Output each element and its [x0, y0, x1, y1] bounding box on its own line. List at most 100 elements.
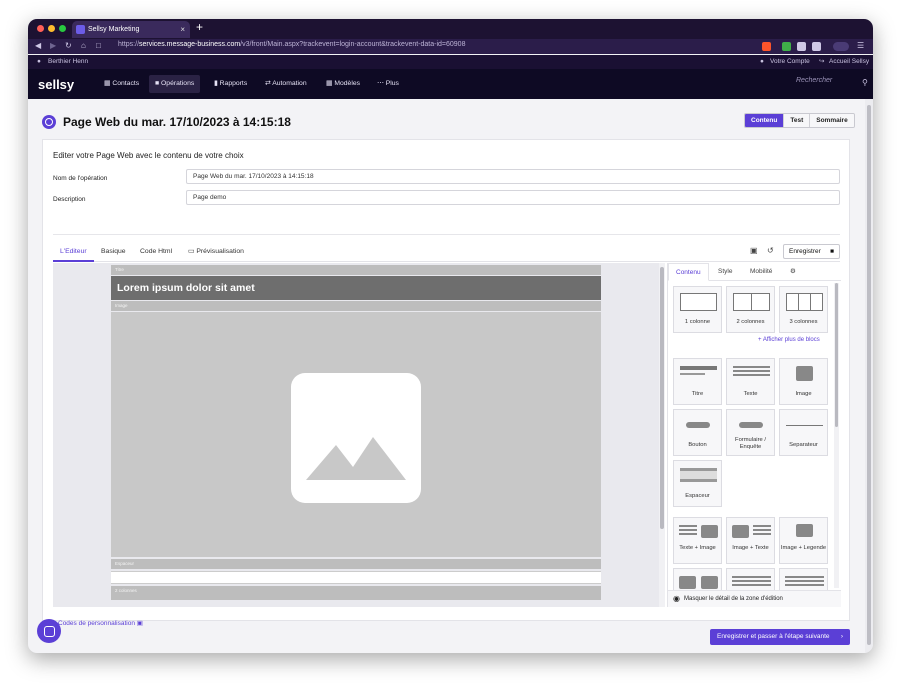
- history-icon[interactable]: ↺: [767, 246, 774, 255]
- show-more-blocks-link[interactable]: + Afficher plus de blocs: [758, 337, 820, 343]
- minimize-window-icon[interactable]: [48, 25, 55, 32]
- tab-mobilite[interactable]: Mobilité: [743, 263, 779, 281]
- layout-1-colonne[interactable]: 1 colonne: [673, 286, 722, 333]
- element-image[interactable]: Image: [779, 358, 828, 405]
- tile-label: Texte + Image: [679, 545, 716, 551]
- new-tab-icon[interactable]: +: [196, 20, 203, 34]
- forward-icon[interactable]: ▶: [50, 41, 56, 50]
- tab-basique[interactable]: Basique: [94, 242, 133, 262]
- tile-label: Texte: [743, 391, 758, 397]
- bookmark-icon[interactable]: □: [96, 41, 101, 50]
- nav-modeles[interactable]: ▦ Modèles: [320, 75, 366, 93]
- maximize-window-icon[interactable]: [59, 25, 66, 32]
- element-image-image[interactable]: [673, 568, 722, 590]
- element-formulaire[interactable]: Formulaire / Enquête: [726, 409, 775, 456]
- double-image-icon: [679, 576, 696, 589]
- element-espaceur[interactable]: Espaceur: [673, 460, 722, 507]
- tab-style[interactable]: Style: [711, 263, 739, 281]
- extension-icon[interactable]: [797, 42, 806, 51]
- element-separateur[interactable]: Separateur: [779, 409, 828, 456]
- url-field[interactable]: https://services.message-business.com/v3…: [118, 41, 465, 48]
- save-next-button[interactable]: Enregistrer et passer à l'étape suivante…: [710, 629, 850, 645]
- address-bar: ◀ ▶ ↻ ⌂ □ https://services.message-busin…: [28, 39, 873, 54]
- hide-detail-toggle[interactable]: ◉ Masquer le détail de la zone d'édition: [668, 590, 841, 607]
- search-icon[interactable]: ⚲: [862, 78, 868, 87]
- layout-3-colonnes[interactable]: 3 colonnes: [779, 286, 828, 333]
- extension-icon[interactable]: [782, 42, 791, 51]
- sellsy-logo[interactable]: sellsy: [38, 77, 74, 92]
- tab-code-html[interactable]: Code Html: [133, 242, 179, 262]
- scrollbar-thumb[interactable]: [835, 283, 838, 427]
- nav-automation[interactable]: ⇄ Automation: [259, 75, 313, 93]
- scrollbar-thumb[interactable]: [660, 267, 664, 529]
- nav-contacts[interactable]: ▦ Contacts: [98, 75, 145, 93]
- test-button[interactable]: Test: [783, 114, 810, 127]
- save-label: Enregistrer: [789, 248, 821, 255]
- element-texte-image[interactable]: Texte + Image: [673, 517, 722, 564]
- page-scrollbar[interactable]: [865, 99, 873, 653]
- hide-detail-label: Masquer le détail de la zone d'édition: [684, 596, 783, 602]
- description-label: Description: [53, 196, 86, 203]
- element-bouton[interactable]: Bouton: [673, 409, 722, 456]
- logout-icon: ↪: [819, 58, 825, 65]
- user-bar: ● Berthier Henn ● Votre Compte ↪ Accueil…: [28, 55, 873, 69]
- sidebar-toggle-icon[interactable]: [812, 42, 821, 51]
- sommaire-button[interactable]: Sommaire: [809, 114, 854, 127]
- search-input[interactable]: Rechercher: [796, 77, 866, 84]
- next-label: Enregistrer et passer à l'étape suivante: [717, 633, 830, 640]
- reload-icon[interactable]: ↻: [65, 41, 72, 50]
- browser-tabbar: Sellsy Marketing × +: [28, 19, 873, 39]
- canvas-scrollbar[interactable]: [659, 263, 665, 607]
- nav-plus[interactable]: ⋯ Plus: [371, 75, 405, 93]
- description-field[interactable]: Page demo: [186, 190, 840, 205]
- scrollbar-thumb[interactable]: [867, 105, 871, 645]
- editor-card: Editer votre Page Web avec le contenu de…: [42, 139, 850, 621]
- account-icon: ●: [760, 58, 764, 65]
- image-block[interactable]: [111, 312, 601, 557]
- home-icon[interactable]: ⌂: [81, 41, 86, 50]
- element-texte-triple[interactable]: [779, 568, 828, 590]
- editor-tabs: L'Editeur Basique Code Html ▭ Prévisuali…: [53, 242, 840, 262]
- tab-close-icon[interactable]: ×: [180, 21, 185, 38]
- element-image-legende[interactable]: Image + Legende: [779, 517, 828, 564]
- element-texte[interactable]: Texte: [726, 358, 775, 405]
- text-icon: [733, 366, 770, 378]
- user-name[interactable]: Berthier Henn: [48, 55, 88, 69]
- personalization-codes-link[interactable]: Codes de personnalisation ▣: [58, 619, 143, 627]
- nav-rapports[interactable]: ▮ Rapports: [208, 75, 253, 93]
- account-link[interactable]: Votre Compte: [770, 55, 810, 69]
- nav-operations[interactable]: ■ Opérations: [149, 75, 201, 93]
- floppy-icon: ■: [830, 248, 834, 255]
- brave-shield-icon[interactable]: [762, 42, 771, 51]
- tab-contenu[interactable]: Contenu: [668, 263, 709, 281]
- chat-bubble-icon[interactable]: [37, 619, 61, 643]
- element-image-texte[interactable]: Image + Texte: [726, 517, 775, 564]
- tile-label: Image: [795, 391, 812, 397]
- browser-window: Sellsy Marketing × + ◀ ▶ ↻ ⌂ □ https://s…: [28, 19, 873, 653]
- layout-2-colonnes[interactable]: 2 colonnes: [726, 286, 775, 333]
- menu-icon[interactable]: ☰: [857, 41, 864, 50]
- hero-title-block[interactable]: Lorem ipsum dolor sit amet: [111, 276, 601, 300]
- home-link[interactable]: Accueil Sellsy: [829, 55, 869, 69]
- element-titre[interactable]: Titre: [673, 358, 722, 405]
- close-window-icon[interactable]: [37, 25, 44, 32]
- element-texte-texte[interactable]: [726, 568, 775, 590]
- tab-editeur[interactable]: L'Editeur: [53, 242, 94, 262]
- tile-label: Separateur: [789, 442, 818, 448]
- name-field[interactable]: Page Web du mar. 17/10/2023 à 14:15:18: [186, 169, 840, 184]
- url-prefix: https://: [118, 41, 140, 48]
- sellsy-favicon-icon: [76, 25, 85, 34]
- tab-previsualisation[interactable]: ▭ Prévisualisation: [181, 242, 251, 262]
- spacer-block[interactable]: [111, 571, 601, 584]
- step-buttons: Contenu Test Sommaire: [744, 113, 855, 128]
- panel-scrollbar[interactable]: [834, 283, 839, 588]
- nav-label: Contacts: [112, 80, 140, 87]
- browser-tab[interactable]: Sellsy Marketing ×: [72, 21, 190, 38]
- back-icon[interactable]: ◀: [35, 41, 41, 50]
- wallet-icon[interactable]: [833, 42, 849, 51]
- fullscreen-icon[interactable]: ▣: [750, 246, 758, 255]
- settings-gear-icon[interactable]: ⚙: [783, 263, 803, 281]
- editor-canvas[interactable]: Titre Lorem ipsum dolor sit amet Image E…: [53, 263, 665, 607]
- contenu-button[interactable]: Contenu: [745, 114, 784, 127]
- save-button[interactable]: Enregistrer ■: [783, 244, 840, 259]
